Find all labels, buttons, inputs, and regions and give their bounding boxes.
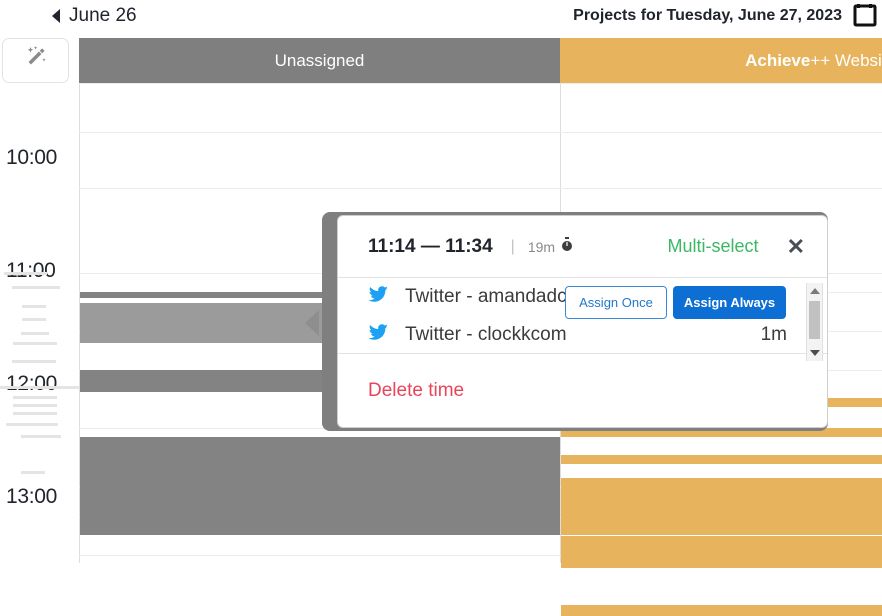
assign-always-button[interactable]: Assign Always [673,286,786,319]
delete-time-button[interactable]: Delete time [368,380,464,402]
arrow-up-icon[interactable] [807,283,822,299]
previous-day-label: June 26 [69,4,137,26]
gridline [79,132,882,133]
gutter-tick [22,318,46,321]
magic-wand-icon [23,45,49,76]
stopwatch-icon [561,236,573,257]
time-gutter: 10:00 11:00 12:00 13:00 [0,83,79,563]
gutter-tick [22,305,46,308]
hour-label: 13:00 [6,485,58,508]
popup-footer: Delete time [338,354,827,427]
hour-label: 12:00 [6,372,58,395]
popup-separator: | [510,237,515,255]
gutter-tick [21,332,49,335]
gutter-tick [4,272,47,275]
arrow-down-icon[interactable] [807,345,822,361]
list-item-time: 1m [760,324,787,345]
popup-header: 11:14 — 11:34 | 19m Multi-select ✕ [338,216,827,278]
twitter-icon [368,324,389,346]
time-entry-popup: 11:14 — 11:34 | 19m Multi-select ✕ Twitt… [337,215,828,428]
column-header-achieve-website[interactable]: Achieve++ Website [560,38,882,83]
list-item-label: Twitter - amandadc [405,286,567,307]
gutter-tick [13,342,57,345]
time-block[interactable] [561,605,882,616]
task-list-scrollbar[interactable] [806,283,823,361]
magic-wand-button[interactable] [2,38,69,83]
previous-day-button[interactable]: June 26 [52,0,137,31]
popup-time-range: 11:14 — 11:34 [368,235,493,257]
column-header-achieve-label-rest: ++ Website [810,50,882,70]
gutter-tick [13,404,57,407]
time-block[interactable] [561,478,882,535]
gutter-tick [12,360,56,363]
gutter-tick [6,423,58,426]
scrollbar-thumb[interactable] [809,301,820,339]
gridline [79,188,882,189]
calendar-icon[interactable] [852,3,878,27]
list-item[interactable]: Twitter - clockkcom 1m [338,316,827,353]
popup-pointer-icon [305,310,319,336]
gutter-tick [13,396,57,399]
gutter-tick [21,435,61,438]
assign-once-button[interactable]: Assign Once [565,286,667,319]
popup-duration: 19m [527,238,556,255]
close-icon[interactable]: ✕ [787,235,805,258]
top-bar: June 26 Projects for Tuesday, June 27, 2… [0,0,882,31]
hour-label: 10:00 [6,146,58,169]
page-title: Projects for Tuesday, June 27, 2023 [573,6,842,24]
twitter-icon [368,286,389,308]
column-header-unassigned-label: Unassigned [274,50,365,70]
gutter-tick [12,286,60,289]
time-block[interactable] [561,455,882,464]
gutter-tick [0,386,79,389]
multi-select-button[interactable]: Multi-select [668,236,759,257]
triangle-left-icon [52,8,60,23]
list-item-label: Twitter - clockkcom [405,324,567,345]
time-block[interactable] [561,536,882,568]
column-header-row: Unassigned Achieve++ Website [0,38,882,83]
hour-label: 11:00 [6,259,56,282]
column-header-achieve-label-bold: Achieve [745,50,811,70]
gridline [79,83,882,84]
time-block[interactable] [80,437,560,535]
gutter-tick [21,471,45,474]
column-header-unassigned[interactable]: Unassigned [79,38,560,83]
gutter-tick [13,412,57,415]
